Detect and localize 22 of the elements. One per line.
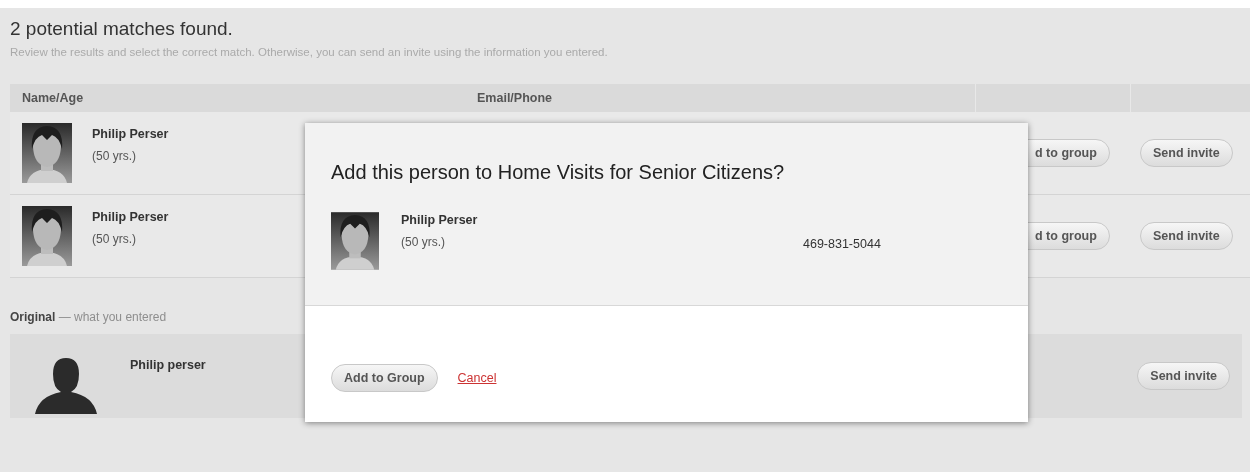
person-name: Philip Perser [92, 127, 169, 141]
send-invite-button[interactable]: Send invite [1140, 222, 1233, 250]
avatar-icon [22, 206, 72, 266]
avatar-icon [331, 209, 379, 273]
person-age: (50 yrs.) [401, 235, 446, 249]
results-heading: 2 potential matches found. [10, 18, 234, 40]
person-age: (50 yrs.) [92, 149, 137, 163]
add-to-group-button[interactable]: Add to Group [331, 364, 438, 392]
column-header: Name/Age [21, 91, 85, 105]
dialog-title: Add this person to Home Visits for Senior Citizens? [331, 161, 786, 184]
person-age: (50 yrs.) [92, 232, 137, 246]
original-label: Original — what you entered [10, 310, 168, 324]
cancel-link[interactable]: Cancel [457, 371, 497, 385]
column-header: Email/Phone [476, 91, 554, 105]
person-silhouette-icon [35, 356, 97, 414]
send-invite-button[interactable]: Send invite [1137, 362, 1230, 390]
send-invite-button[interactable]: Send invite [1140, 139, 1233, 167]
person-name: Philip perser [130, 358, 206, 372]
avatar-icon [22, 123, 72, 183]
person-name: Philip Perser [92, 210, 169, 224]
person-name: Philip Perser [401, 213, 479, 227]
phone-number: 469-831-5044 [803, 237, 881, 253]
